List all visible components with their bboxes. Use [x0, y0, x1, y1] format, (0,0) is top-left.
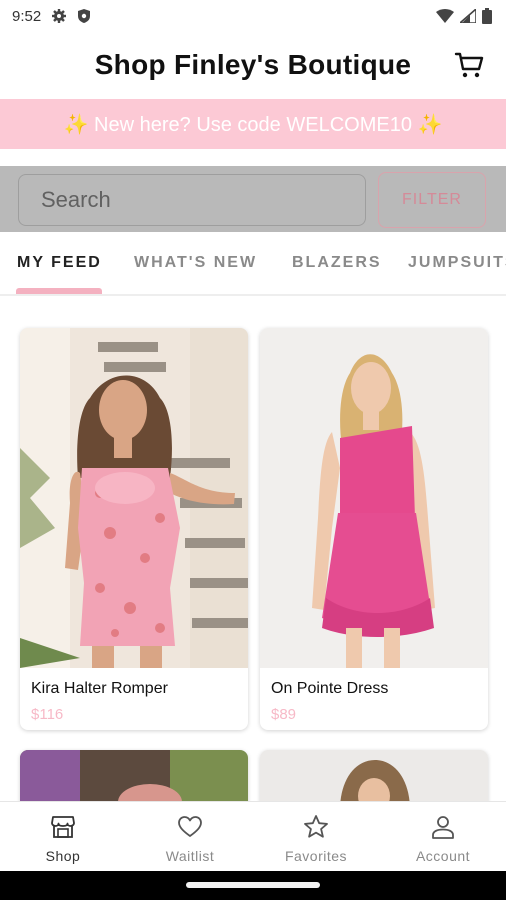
app-bar: Shop Finley's Boutique — [0, 32, 506, 98]
heart-icon — [178, 816, 202, 837]
bottom-nav: Shop Waitlist Favorites Account — [0, 801, 506, 872]
promo-text: ✨ New here? Use code WELCOME10 ✨ — [63, 113, 443, 136]
cart-icon[interactable] — [454, 50, 484, 80]
nav-label: Waitlist — [165, 848, 215, 864]
product-image[interactable] — [20, 328, 248, 668]
battery-icon — [482, 8, 492, 24]
product-name[interactable]: Kira Halter Romper — [31, 680, 168, 698]
nav-label: Favorites — [284, 848, 348, 864]
system-nav-bar — [0, 871, 506, 900]
storefront-icon — [51, 816, 75, 838]
product-card[interactable]: Kira Halter Romper $116 — [20, 328, 248, 730]
product-name[interactable]: On Pointe Dress — [271, 680, 388, 698]
home-gesture-handle[interactable] — [186, 882, 320, 888]
nav-account[interactable]: Account — [380, 802, 506, 872]
tab-whats-new[interactable]: WHAT'S NEW — [134, 254, 257, 272]
tab-jumpsuits[interactable]: JUMPSUITS — [408, 254, 506, 272]
person-icon — [432, 816, 454, 839]
wifi-icon — [436, 9, 454, 23]
tab-my-feed[interactable]: MY FEED — [17, 254, 102, 272]
search-placeholder: Search — [41, 187, 111, 212]
product-image[interactable] — [260, 328, 488, 668]
shield-icon — [78, 9, 91, 23]
promo-banner: ✨ New here? Use code WELCOME10 ✨ — [0, 99, 506, 149]
tab-blazers[interactable]: BLAZERS — [292, 254, 382, 272]
product-price: $116 — [31, 706, 64, 723]
search-input[interactable]: Search — [18, 174, 366, 226]
category-tabs: MY FEED WHAT'S NEW BLAZERS JUMPSUITS — [0, 232, 506, 296]
filter-label: FILTER — [402, 191, 462, 208]
nav-waitlist[interactable]: Waitlist — [127, 802, 253, 872]
nav-favorites[interactable]: Favorites — [253, 802, 379, 872]
search-bar: Search FILTER — [0, 166, 506, 232]
filter-button[interactable]: FILTER — [378, 172, 486, 228]
nav-label: Shop — [45, 848, 81, 864]
signal-icon — [460, 9, 476, 23]
nav-shop[interactable]: Shop — [0, 802, 126, 872]
app-title: Shop Finley's Boutique — [94, 49, 412, 80]
product-card[interactable]: On Pointe Dress $89 — [260, 328, 488, 730]
product-price: $89 — [271, 706, 297, 723]
gear-icon — [52, 9, 67, 23]
active-tab-indicator — [16, 288, 102, 294]
status-bar: 9:52 — [0, 0, 506, 32]
star-icon — [304, 815, 328, 838]
status-time: 9:52 — [12, 7, 42, 25]
nav-label: Account — [415, 848, 471, 864]
